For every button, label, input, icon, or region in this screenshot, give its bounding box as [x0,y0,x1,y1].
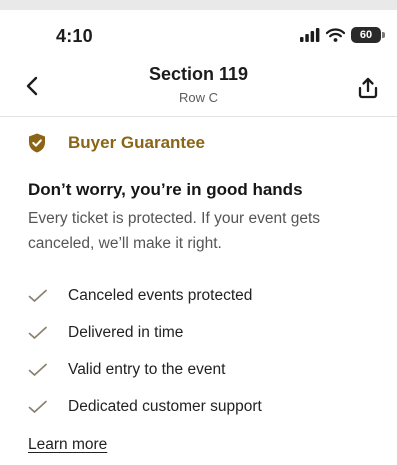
guarantee-header: Buyer Guarantee [28,133,205,153]
battery-icon: 60 [351,27,385,43]
feature-item: Delivered in time [28,314,262,351]
battery-nub [382,32,385,38]
check-icon [28,289,47,302]
wifi-icon [326,28,345,42]
shield-check-icon [29,133,45,153]
status-icons: 60 [300,25,385,45]
guarantee-description: Every ticket is protected. If your event… [28,210,321,252]
feature-label: Canceled events protected [68,286,253,304]
signal-icon [300,28,320,42]
page-subtitle: Row C [178,90,218,105]
page-title: Section 119 [148,64,249,84]
check-icon [28,400,47,413]
feature-label: Dedicated customer support [68,397,262,415]
battery-level: 60 [359,29,373,41]
feature-item: Valid entry to the event [28,351,262,388]
status-bar: 4:10 60 [0,10,397,54]
feature-item: Canceled events protected [28,277,262,314]
feature-item: Dedicated customer support [28,388,262,425]
status-time: 4:10 [56,26,93,46]
top-band [0,0,397,10]
feature-list: Canceled events protected Delivered in t… [28,277,262,425]
nav-header: Section 119 Row C [0,54,397,116]
share-icon [358,77,378,99]
header-divider [0,116,397,117]
share-button[interactable] [355,74,381,102]
learn-more-link[interactable]: Learn more [28,436,107,454]
guarantee-title: Buyer Guarantee [68,133,205,152]
check-icon [28,326,47,339]
guarantee-headline: Don’t worry, you’re in good hands [28,180,303,199]
feature-label: Valid entry to the event [68,360,226,378]
check-icon [28,363,47,376]
feature-label: Delivered in time [68,323,184,341]
